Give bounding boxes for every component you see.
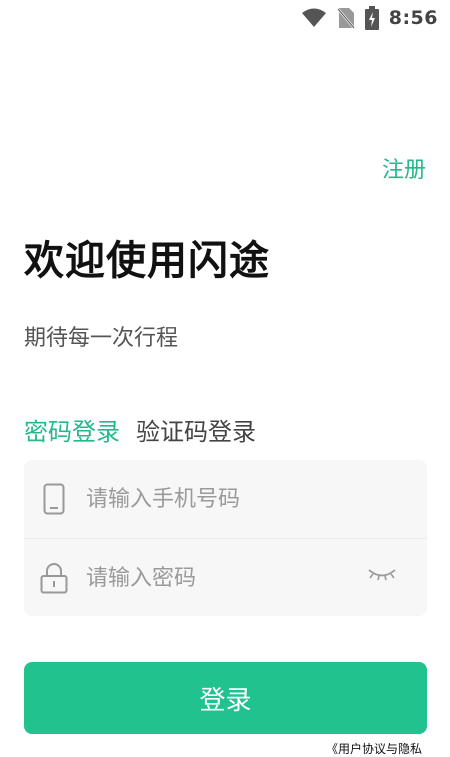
phone-input[interactable] <box>84 485 348 513</box>
tab-password-login[interactable]: 密码登录 <box>24 412 120 447</box>
password-visibility-toggle[interactable] <box>367 567 397 587</box>
phone-icon-wrapper <box>24 483 84 515</box>
welcome-subtitle: 期待每一次行程 <box>24 326 179 351</box>
phone-row <box>24 460 427 538</box>
tab-code-login[interactable]: 验证码登录 <box>136 412 256 447</box>
login-tabs: 密码登录 验证码登录 <box>24 412 256 447</box>
login-button[interactable]: 登录 <box>24 662 427 734</box>
welcome-title: 欢迎使用闪途 <box>24 238 270 284</box>
lock-icon-wrapper <box>24 562 84 594</box>
password-input[interactable] <box>84 564 348 592</box>
phone-icon <box>43 483 65 515</box>
lock-icon <box>40 563 68 594</box>
password-row <box>24 538 427 617</box>
wifi-icon <box>301 8 326 27</box>
status-time: 8:56 <box>388 7 438 29</box>
status-icons: 8:56 <box>301 6 438 30</box>
status-bar: 8:56 <box>0 0 450 36</box>
no-sim-icon <box>336 8 355 29</box>
battery-charging-icon <box>364 6 379 30</box>
eye-closed-icon <box>368 569 396 581</box>
register-link[interactable]: 注册 <box>382 152 426 184</box>
login-form <box>24 460 427 616</box>
